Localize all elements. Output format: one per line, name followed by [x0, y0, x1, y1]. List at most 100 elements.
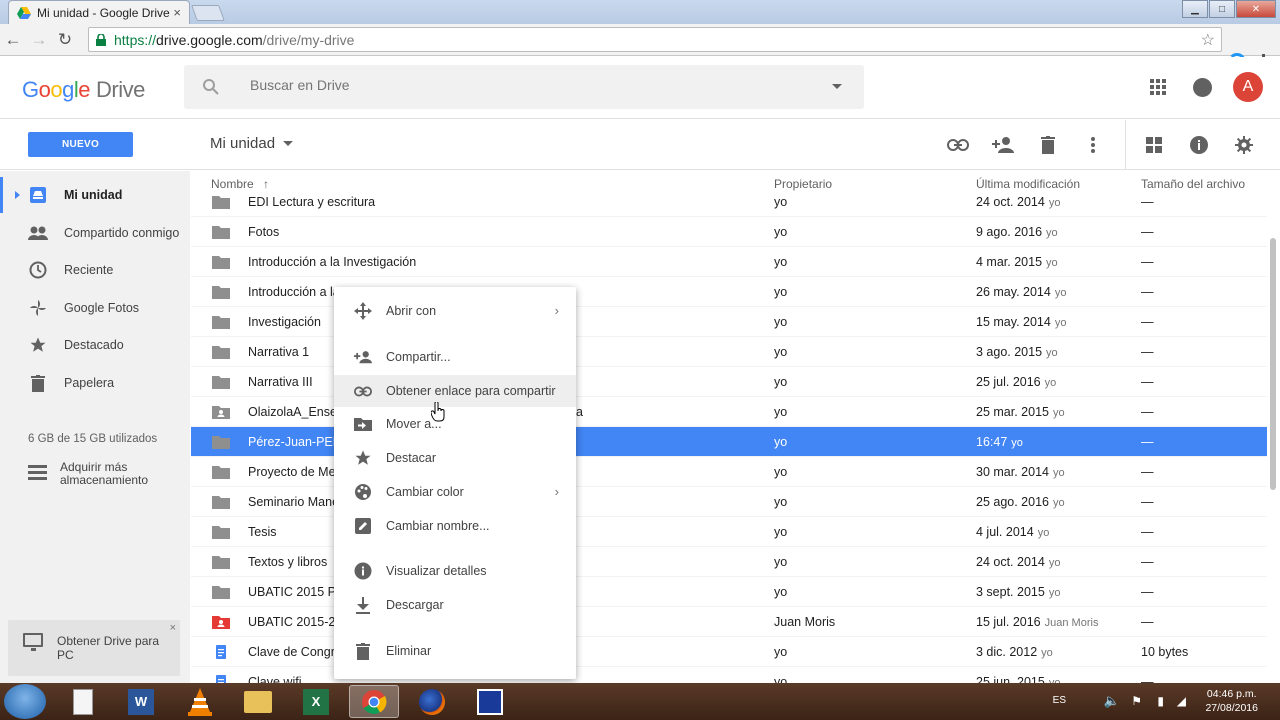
table-row[interactable]: Fotos yo 9 ago. 2016 yo — [191, 217, 1267, 247]
back-icon[interactable]: ← [0, 27, 26, 53]
apps-grid-icon[interactable] [1150, 79, 1166, 95]
firefox-icon[interactable] [407, 685, 457, 718]
expand-caret-icon[interactable] [15, 191, 20, 199]
sidebar-item-papelera[interactable]: Papelera [0, 365, 190, 401]
file-name[interactable]: UBATIC 2015-20 [248, 615, 342, 629]
close-icon[interactable]: × [170, 622, 176, 634]
column-size-header[interactable]: Tamaño del archivo [1141, 177, 1245, 191]
column-modified-header[interactable]: Última modificación [976, 177, 1080, 191]
file-modified: 3 dic. 2012 yo [976, 645, 1053, 659]
taskbar-clock[interactable]: 04:46 p.m. 27/08/2016 [1205, 687, 1258, 715]
sidebar-item-mi-unidad[interactable]: Mi unidad [0, 177, 190, 213]
address-bar[interactable]: https://drive.google.com/drive/my-drive … [88, 27, 1222, 52]
word-icon[interactable]: W [116, 685, 166, 718]
vlc-icon[interactable] [175, 685, 225, 718]
tab-close-icon[interactable]: × [173, 5, 181, 20]
new-button[interactable]: NUEVO [28, 132, 133, 157]
file-name[interactable]: Textos y libros [248, 555, 327, 569]
menu-item-get-link[interactable]: Obtener enlace para compartir [334, 375, 576, 407]
sidebar-item-google-fotos[interactable]: Google Fotos [0, 290, 190, 326]
app-window-icon[interactable] [465, 685, 515, 718]
pinwheel-icon [28, 299, 48, 317]
menu-item-download[interactable]: Descargar [334, 589, 576, 621]
location-dropdown[interactable]: Mi unidad [210, 135, 294, 152]
menu-item-details[interactable]: Visualizar detalles [334, 555, 576, 587]
more-vert-icon[interactable] [1081, 133, 1105, 157]
sidebar-item-reciente[interactable]: Reciente [0, 252, 190, 288]
trash-icon[interactable] [1036, 133, 1060, 157]
file-owner: yo [774, 345, 788, 359]
table-row[interactable]: EDI Lectura y escritura yo 24 oct. 2014 yo — [191, 196, 1267, 217]
search-options-icon[interactable] [832, 84, 842, 89]
file-name[interactable]: Pérez-Juan-PEP [248, 435, 341, 449]
menu-item-star[interactable]: Destacar [334, 442, 576, 474]
file-name[interactable]: Seminario Mane [248, 495, 339, 509]
language-indicator[interactable]: ES [1053, 695, 1066, 706]
sidebar-item-destacado[interactable]: Destacado [0, 327, 190, 363]
search-box[interactable] [184, 65, 864, 109]
file-name[interactable]: Clave de Congre [248, 645, 342, 659]
google-drive-logo[interactable]: Google Drive [22, 77, 145, 103]
explorer-folder-icon[interactable] [233, 685, 283, 718]
link-icon[interactable] [946, 133, 970, 157]
network-icon[interactable]: ◢ [1177, 694, 1186, 708]
flag-icon[interactable]: ⚑ [1131, 694, 1142, 708]
file-modified: 15 jul. 2016 Juan Moris [976, 615, 1098, 629]
grid-view-icon[interactable] [1142, 133, 1166, 157]
search-input[interactable] [250, 77, 810, 93]
menu-item-delete[interactable]: Eliminar [334, 635, 576, 667]
new-tab-button[interactable] [191, 5, 225, 21]
folder-icon [212, 555, 230, 569]
file-app-icon[interactable] [58, 685, 108, 718]
column-owner-header[interactable]: Propietario [774, 177, 832, 191]
file-name[interactable]: Narrativa III [248, 375, 313, 389]
browser-tab[interactable]: Mi unidad - Google Drive × [8, 0, 190, 24]
file-name[interactable]: Investigación [248, 315, 321, 329]
maximize-button[interactable]: □ [1209, 0, 1235, 18]
get-drive-banner[interactable]: Obtener Drive para PC × [8, 620, 180, 676]
menu-item-label: Eliminar [386, 644, 432, 658]
table-row[interactable]: Introducción a la Investigación yo 4 mar. … [191, 247, 1267, 277]
menu-item-rename[interactable]: Cambiar nombre... [334, 510, 576, 542]
info-icon[interactable] [1187, 133, 1211, 157]
excel-icon[interactable]: X [291, 685, 341, 718]
file-name[interactable]: EDI Lectura y escritura [248, 196, 375, 209]
person-add-icon [354, 348, 372, 366]
minimize-button[interactable]: ▁ [1182, 0, 1208, 18]
url-scheme: https:// [114, 31, 157, 48]
scrollbar[interactable] [1270, 238, 1276, 490]
menu-item-move[interactable]: Mover a... [334, 408, 576, 440]
file-name[interactable]: Introducción a la [248, 285, 340, 299]
file-name[interactable]: Introducción a la Investigación [248, 255, 416, 269]
sidebar-item-compartido[interactable]: Compartido conmigo [0, 215, 190, 251]
file-owner: yo [774, 255, 788, 269]
power-icon[interactable]: ▮ [1157, 694, 1164, 708]
search-icon[interactable] [202, 78, 220, 96]
file-name[interactable]: Tesis [248, 525, 276, 539]
menu-item-change-color[interactable]: Cambiar color › [334, 476, 576, 508]
chrome-icon[interactable] [349, 685, 399, 718]
file-modified: 16:47 yo [976, 435, 1023, 449]
file-name[interactable]: Fotos [248, 225, 279, 239]
file-size: — [1141, 585, 1154, 599]
avatar[interactable]: A [1233, 72, 1263, 102]
settings-gear-icon[interactable] [1232, 133, 1256, 157]
share-person-icon[interactable] [991, 133, 1015, 157]
window-close-button[interactable]: ✕ [1236, 0, 1276, 18]
divider [1125, 120, 1126, 170]
menu-item-share[interactable]: Compartir... [334, 341, 576, 373]
bookmark-star-icon[interactable]: ☆ [1201, 30, 1215, 50]
column-name-header[interactable]: Nombre ↑ [211, 177, 269, 191]
reload-icon[interactable]: ↻ [52, 27, 78, 53]
menu-item-open-with[interactable]: Abrir con › [334, 295, 576, 327]
file-modified: 26 may. 2014 yo [976, 285, 1066, 299]
file-name[interactable]: Proyecto de Me [248, 465, 336, 479]
volume-icon[interactable]: 🔈 [1104, 693, 1120, 709]
file-name[interactable]: OlaizolaA_Ense [248, 405, 337, 419]
file-name[interactable]: UBATIC 2015 Pl [248, 585, 339, 599]
file-name[interactable]: Clave wifi [248, 675, 302, 683]
notifications-icon[interactable] [1193, 78, 1212, 97]
start-button[interactable] [4, 684, 46, 719]
forward-icon[interactable]: → [26, 27, 52, 53]
file-name[interactable]: Narrativa 1 [248, 345, 309, 359]
